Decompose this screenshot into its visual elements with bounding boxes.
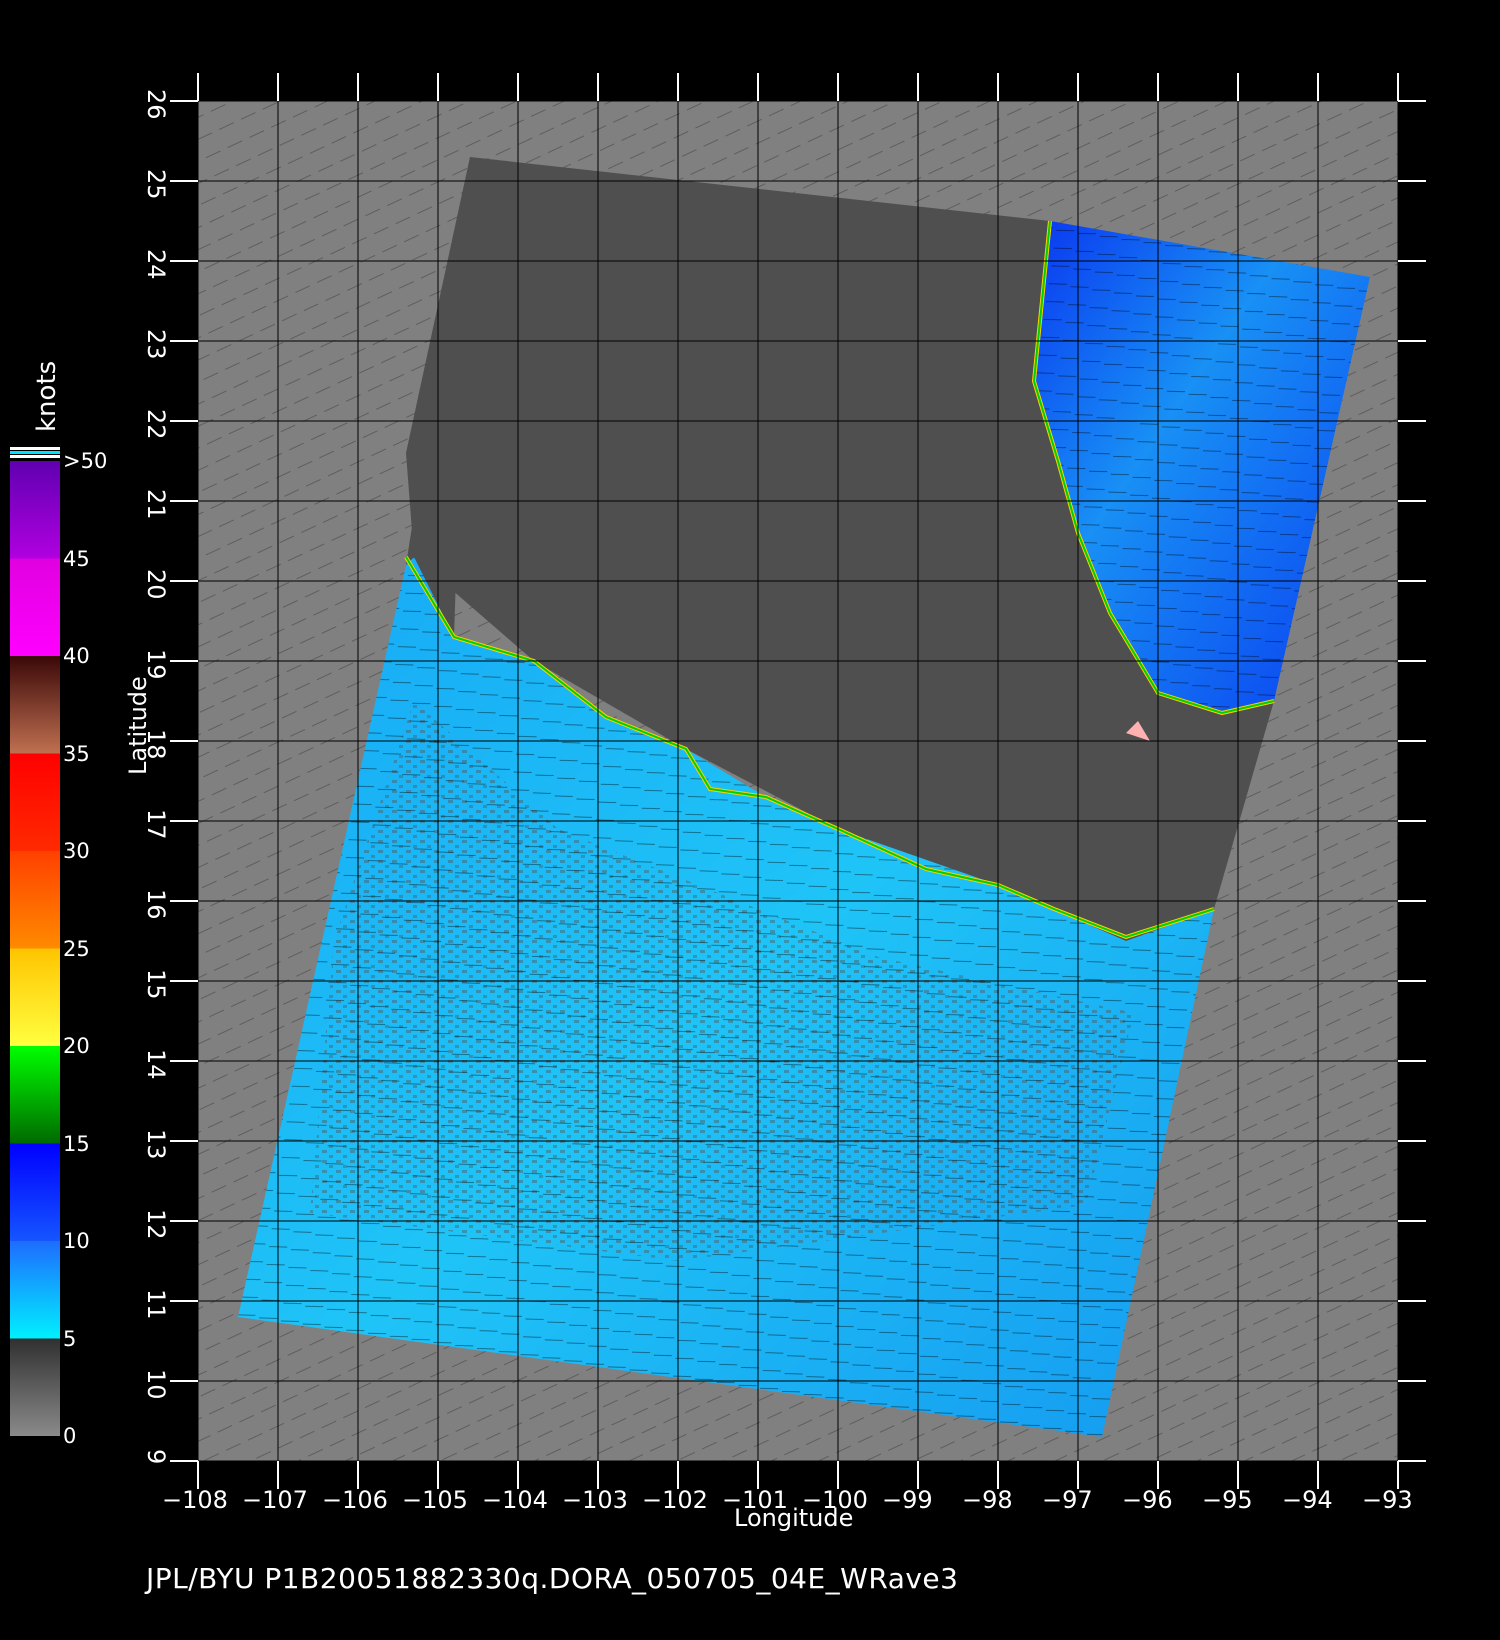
y-tick-label: 9 [142,1449,170,1465]
colorbar [10,447,60,1436]
y-tick-label: 17 [142,809,170,840]
colorbar-tick-label: 5 [63,1326,77,1351]
colorbar-tick-label: 30 [63,839,90,863]
x-tick-label: −101 [722,1486,788,1514]
x-tick-label: −96 [1122,1486,1173,1514]
x-tick-label: −99 [882,1486,933,1514]
y-tick-label: 10 [142,1369,170,1400]
colorbar-overflow-stripe [10,455,60,458]
x-tick-label: −100 [802,1486,868,1514]
colorbar-segment [10,1046,60,1144]
colorbar-units-label: knots [32,360,62,432]
colorbar-segment [10,851,60,949]
colorbar-tick-label: 35 [63,741,90,766]
y-tick-label: 14 [142,1049,170,1080]
footer-caption: JPL/BYU P1B20051882330q.DORA_050705_04E_… [146,1562,959,1595]
y-tick-label: 15 [142,969,170,1000]
y-tick-label: 20 [142,569,170,600]
colorbar-tick-label: 25 [63,936,90,961]
y-tick-label: 12 [142,1209,170,1240]
y-tick-label: 25 [142,169,170,200]
x-tick-label: −95 [1202,1486,1253,1514]
colorbar-tick-label: 40 [63,644,90,668]
x-tick-label: −94 [1282,1486,1333,1514]
y-tick-label: 21 [142,489,170,520]
colorbar-overflow-stripe [10,447,60,450]
colorbar-segment [10,656,60,754]
y-tick-label: 22 [142,409,170,440]
y-tick-label: 11 [142,1289,170,1320]
colorbar-tick-label: 10 [63,1229,90,1253]
x-tick-label: −105 [402,1486,468,1514]
colorbar-segment [10,948,60,1046]
colorbar-tick-label: 20 [63,1034,90,1058]
y-tick-label: 26 [142,89,170,120]
x-tick-label: −97 [1042,1486,1093,1514]
colorbar-tick-label: 15 [63,1131,90,1156]
x-tick-label: −106 [322,1486,388,1514]
colorbar-segment [10,1143,60,1241]
x-tick-label: −108 [162,1486,228,1514]
y-tick-label: 19 [142,649,170,680]
colorbar-segment [10,1338,60,1436]
colorbar-overflow-stripe [10,451,60,454]
colorbar-tick-label: 45 [63,546,90,571]
x-tick-label: −104 [482,1486,548,1514]
x-tick-label: −103 [562,1486,628,1514]
colorbar-tick-label: >50 [63,449,108,473]
x-tick-label: −98 [962,1486,1013,1514]
x-tick-label: −102 [642,1486,708,1514]
y-tick-label: 18 [142,729,170,760]
y-tick-label: 16 [142,889,170,920]
colorbar-segment [10,1241,60,1339]
y-tick-label: 23 [142,329,170,360]
y-tick-label: 13 [142,1129,170,1160]
colorbar-tick-label: 0 [63,1424,77,1448]
wind-map [10,73,1426,1489]
x-tick-label: −107 [242,1486,308,1514]
y-axis-label: Latitude [124,676,152,775]
colorbar-segment [10,558,60,656]
y-tick-label: 24 [142,249,170,280]
colorbar-segment [10,753,60,851]
x-tick-label: −93 [1362,1486,1413,1514]
colorbar-segment [10,461,60,559]
